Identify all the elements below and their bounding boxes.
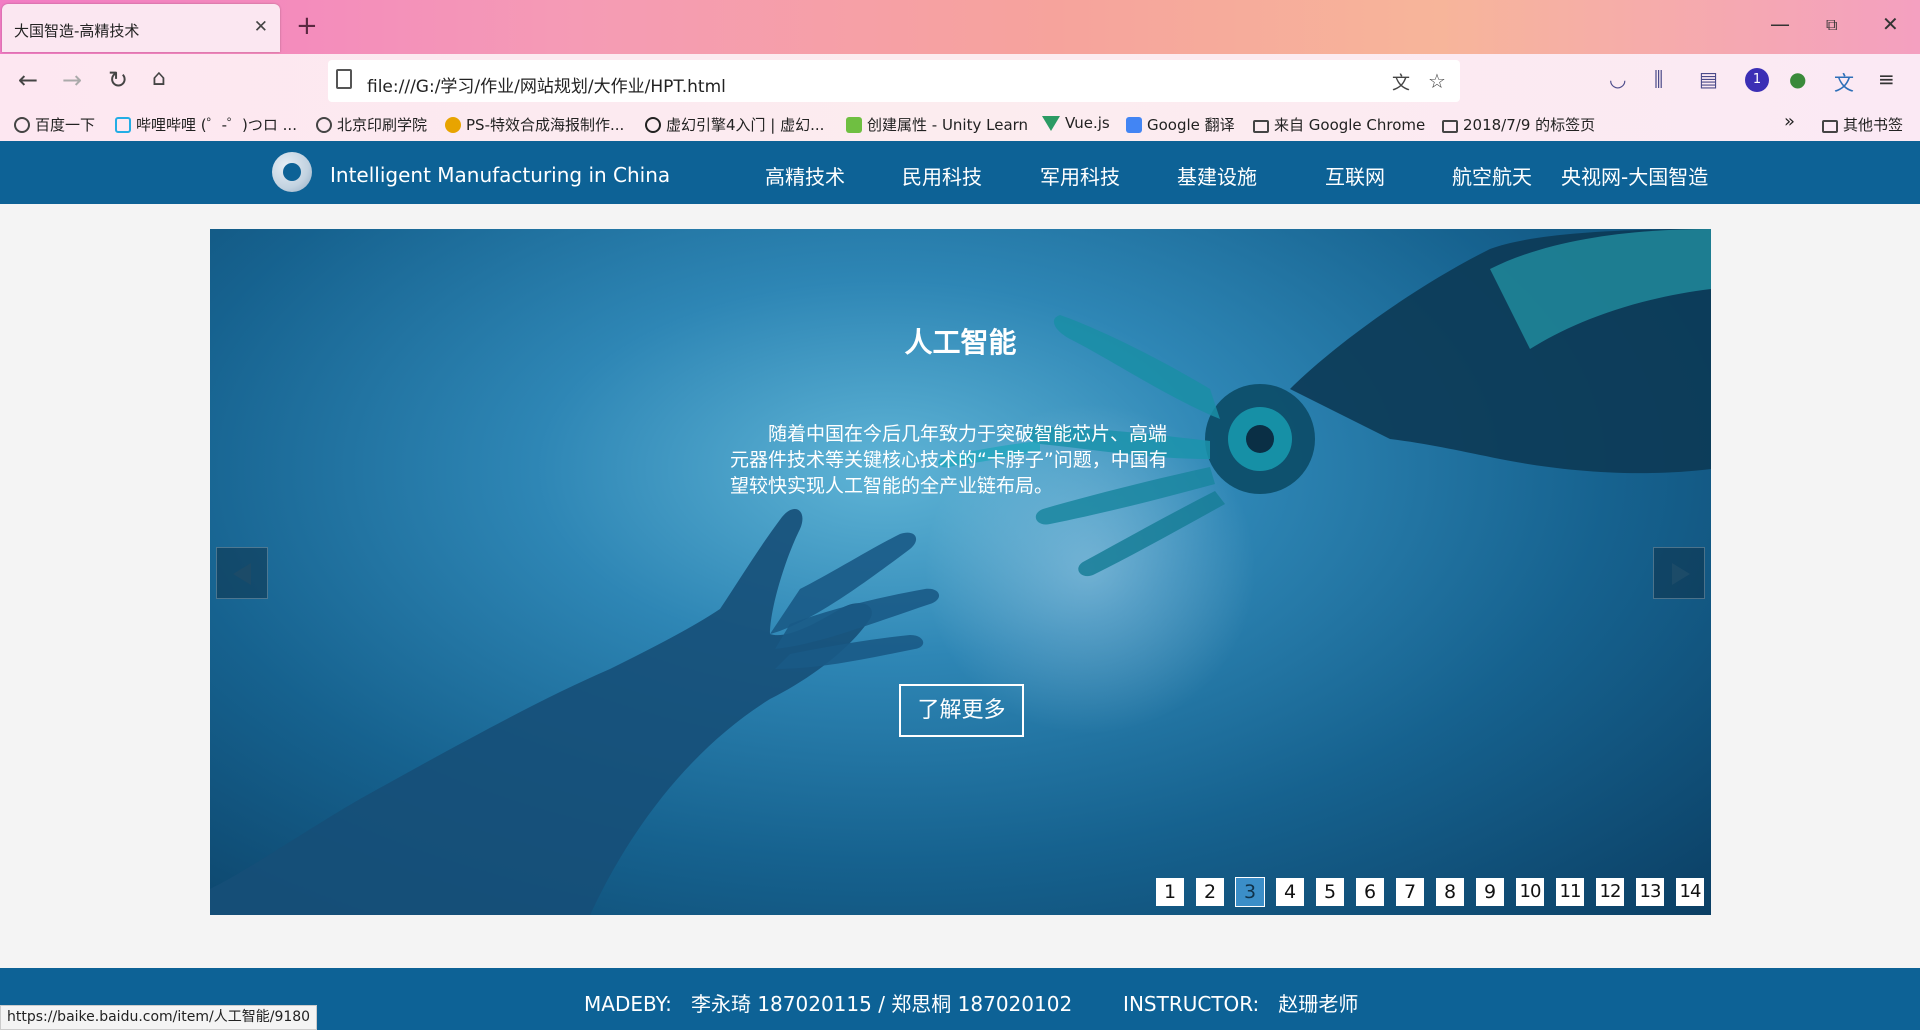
nav-item-high-precision[interactable]: 高精技术 — [765, 161, 845, 190]
bookmark-item[interactable]: Google 翻译 — [1126, 114, 1235, 135]
site-title[interactable]: Intelligent Manufacturing in China — [330, 163, 670, 187]
folder-icon — [1253, 120, 1269, 133]
bilibili-icon — [115, 117, 131, 133]
forward-arrow-icon[interactable]: → — [62, 66, 82, 94]
nav-item-civil-tech[interactable]: 民用科技 — [902, 161, 982, 190]
url-text[interactable]: file:///G:/学习/作业/网站规划/大作业/HPT.html — [367, 72, 726, 97]
browser-tab[interactable]: 大国智造-高精技术 ✕ — [2, 4, 280, 52]
nav-item-military-tech[interactable]: 军用科技 — [1040, 161, 1120, 190]
menu-icon[interactable]: ≡ — [1878, 67, 1895, 91]
triangle-right-icon — [1672, 563, 1690, 585]
google-translate-icon — [1126, 117, 1142, 133]
learn-more-button[interactable]: 了解更多 — [899, 684, 1024, 737]
restore-button[interactable]: ⧉ — [1826, 15, 1837, 35]
translate-icon[interactable]: 文 — [1392, 69, 1410, 95]
pager-button[interactable]: 9 — [1476, 878, 1504, 906]
nav-item-aerospace[interactable]: 航空航天 — [1452, 161, 1532, 190]
back-arrow-icon[interactable]: ← — [18, 66, 38, 94]
pager-button[interactable]: 12 — [1596, 878, 1624, 906]
nav-item-internet[interactable]: 互联网 — [1325, 161, 1385, 190]
translate-extension-icon[interactable]: 文 — [1834, 67, 1854, 96]
close-window-button[interactable]: ✕ — [1882, 12, 1899, 36]
prev-slide-button[interactable] — [216, 547, 268, 599]
site-header: Intelligent Manufacturing in China 高精技术 … — [0, 141, 1920, 204]
tab-close-icon[interactable]: ✕ — [254, 17, 268, 37]
pager-button[interactable]: 6 — [1356, 878, 1384, 906]
vue-icon — [1042, 116, 1060, 131]
address-bar[interactable]: file:///G:/学习/作业/网站规划/大作业/HPT.html 文 ☆ — [328, 60, 1460, 102]
pager-button[interactable]: 13 — [1636, 878, 1664, 906]
pager-button[interactable]: 8 — [1436, 878, 1464, 906]
next-slide-button[interactable] — [1653, 547, 1705, 599]
unreal-icon — [645, 117, 661, 133]
bookmark-item[interactable]: Vue.js — [1042, 114, 1110, 132]
folder-icon — [1822, 120, 1838, 133]
bookmark-folder[interactable]: 2018/7/9 的标签页 — [1442, 114, 1595, 135]
footer-credits: MADEBY: 李永琦 187020115 / 郑思桐 187020102 IN… — [584, 992, 1359, 1016]
tab-title: 大国智造-高精技术 — [14, 22, 140, 40]
pager-button[interactable]: 7 — [1396, 878, 1424, 906]
hero-description: 随着中国在今后几年致力于突破智能芯片、高端元器件技术等关键核心技术的“卡脖子”问… — [730, 423, 1168, 497]
slide-pager: 1 2 3 4 5 6 7 8 9 10 11 12 13 14 — [1156, 877, 1704, 907]
bookmark-item[interactable]: 创建属性 - Unity Learn — [846, 114, 1028, 135]
pager-button-active[interactable]: 3 — [1235, 877, 1265, 907]
nav-item-infrastructure[interactable]: 基建设施 — [1177, 161, 1257, 190]
sidebar-icon[interactable]: ▤ — [1699, 67, 1718, 91]
hero-title: 人工智能 — [904, 326, 1017, 359]
bookmark-star-icon[interactable]: ☆ — [1428, 69, 1446, 93]
logo-icon[interactable] — [272, 152, 312, 192]
home-icon[interactable]: ⌂ — [152, 66, 166, 91]
folder-icon — [1442, 120, 1458, 133]
triangle-left-icon — [233, 563, 251, 585]
unity-icon — [846, 117, 862, 133]
ps-icon — [445, 117, 461, 133]
status-bar-url: https://baike.baidu.com/item/人工智能/9180 — [0, 1005, 318, 1030]
bookmark-item[interactable]: PS-特效合成海报制作... — [445, 114, 624, 135]
nav-item-cctv[interactable]: 央视网-大国智造 — [1561, 161, 1708, 190]
pocket-icon[interactable]: ◡ — [1609, 67, 1626, 91]
pager-button[interactable]: 2 — [1196, 878, 1224, 906]
reload-icon[interactable]: ↻ — [108, 66, 128, 94]
hero-carousel: 人工智能 随着中国在今后几年致力于突破智能芯片、高端元器件技术等关键核心技术的“… — [210, 229, 1711, 915]
pager-button[interactable]: 4 — [1276, 878, 1304, 906]
browser-toolbar: ← → ↻ ⌂ file:///G:/学习/作业/网站规划/大作业/HPT.ht… — [0, 54, 1920, 109]
bookmarks-bar: 百度一下 哔哩哔哩 (゜-゜)つロ ... 北京印刷学院 PS-特效合成海报制作… — [0, 109, 1920, 141]
page-icon — [336, 69, 352, 89]
pager-button[interactable]: 11 — [1556, 878, 1584, 906]
bookmark-item[interactable]: 北京印刷学院 — [316, 114, 427, 135]
pager-button[interactable]: 1 — [1156, 878, 1184, 906]
library-icon[interactable]: ⫼ — [1654, 67, 1663, 91]
globe-icon — [316, 117, 332, 133]
pager-button[interactable]: 5 — [1316, 878, 1344, 906]
pager-button[interactable]: 10 — [1516, 878, 1544, 906]
globe-extension-icon[interactable]: ● — [1789, 67, 1806, 91]
bookmarks-overflow-icon[interactable]: » — [1784, 111, 1795, 132]
minimize-button[interactable]: — — [1770, 12, 1790, 36]
pager-button[interactable]: 14 — [1676, 878, 1704, 906]
browser-tab-strip: 大国智造-高精技术 ✕ + — ⧉ ✕ — [0, 0, 1920, 54]
globe-icon — [14, 117, 30, 133]
bookmark-item[interactable]: 百度一下 — [14, 114, 95, 135]
bookmark-item[interactable]: 哔哩哔哩 (゜-゜)つロ ... — [115, 114, 297, 135]
extension-badge-icon[interactable]: 1 — [1745, 68, 1769, 92]
new-tab-button[interactable]: + — [296, 11, 318, 41]
bookmark-folder[interactable]: 来自 Google Chrome — [1253, 114, 1425, 135]
bookmark-folder[interactable]: 其他书签 — [1822, 114, 1903, 135]
bookmark-item[interactable]: 虚幻引擎4入门 | 虚幻... — [645, 114, 824, 135]
